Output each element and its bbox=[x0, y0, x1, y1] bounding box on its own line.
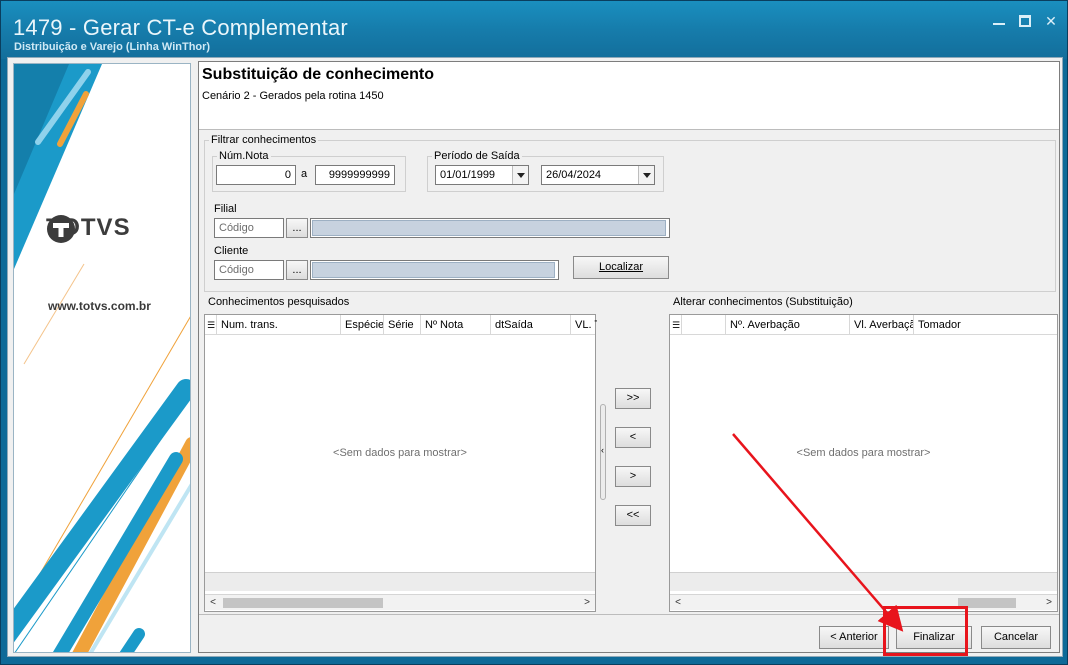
annotation-arrow bbox=[732, 433, 904, 632]
annotation-highlight-box bbox=[883, 606, 968, 656]
